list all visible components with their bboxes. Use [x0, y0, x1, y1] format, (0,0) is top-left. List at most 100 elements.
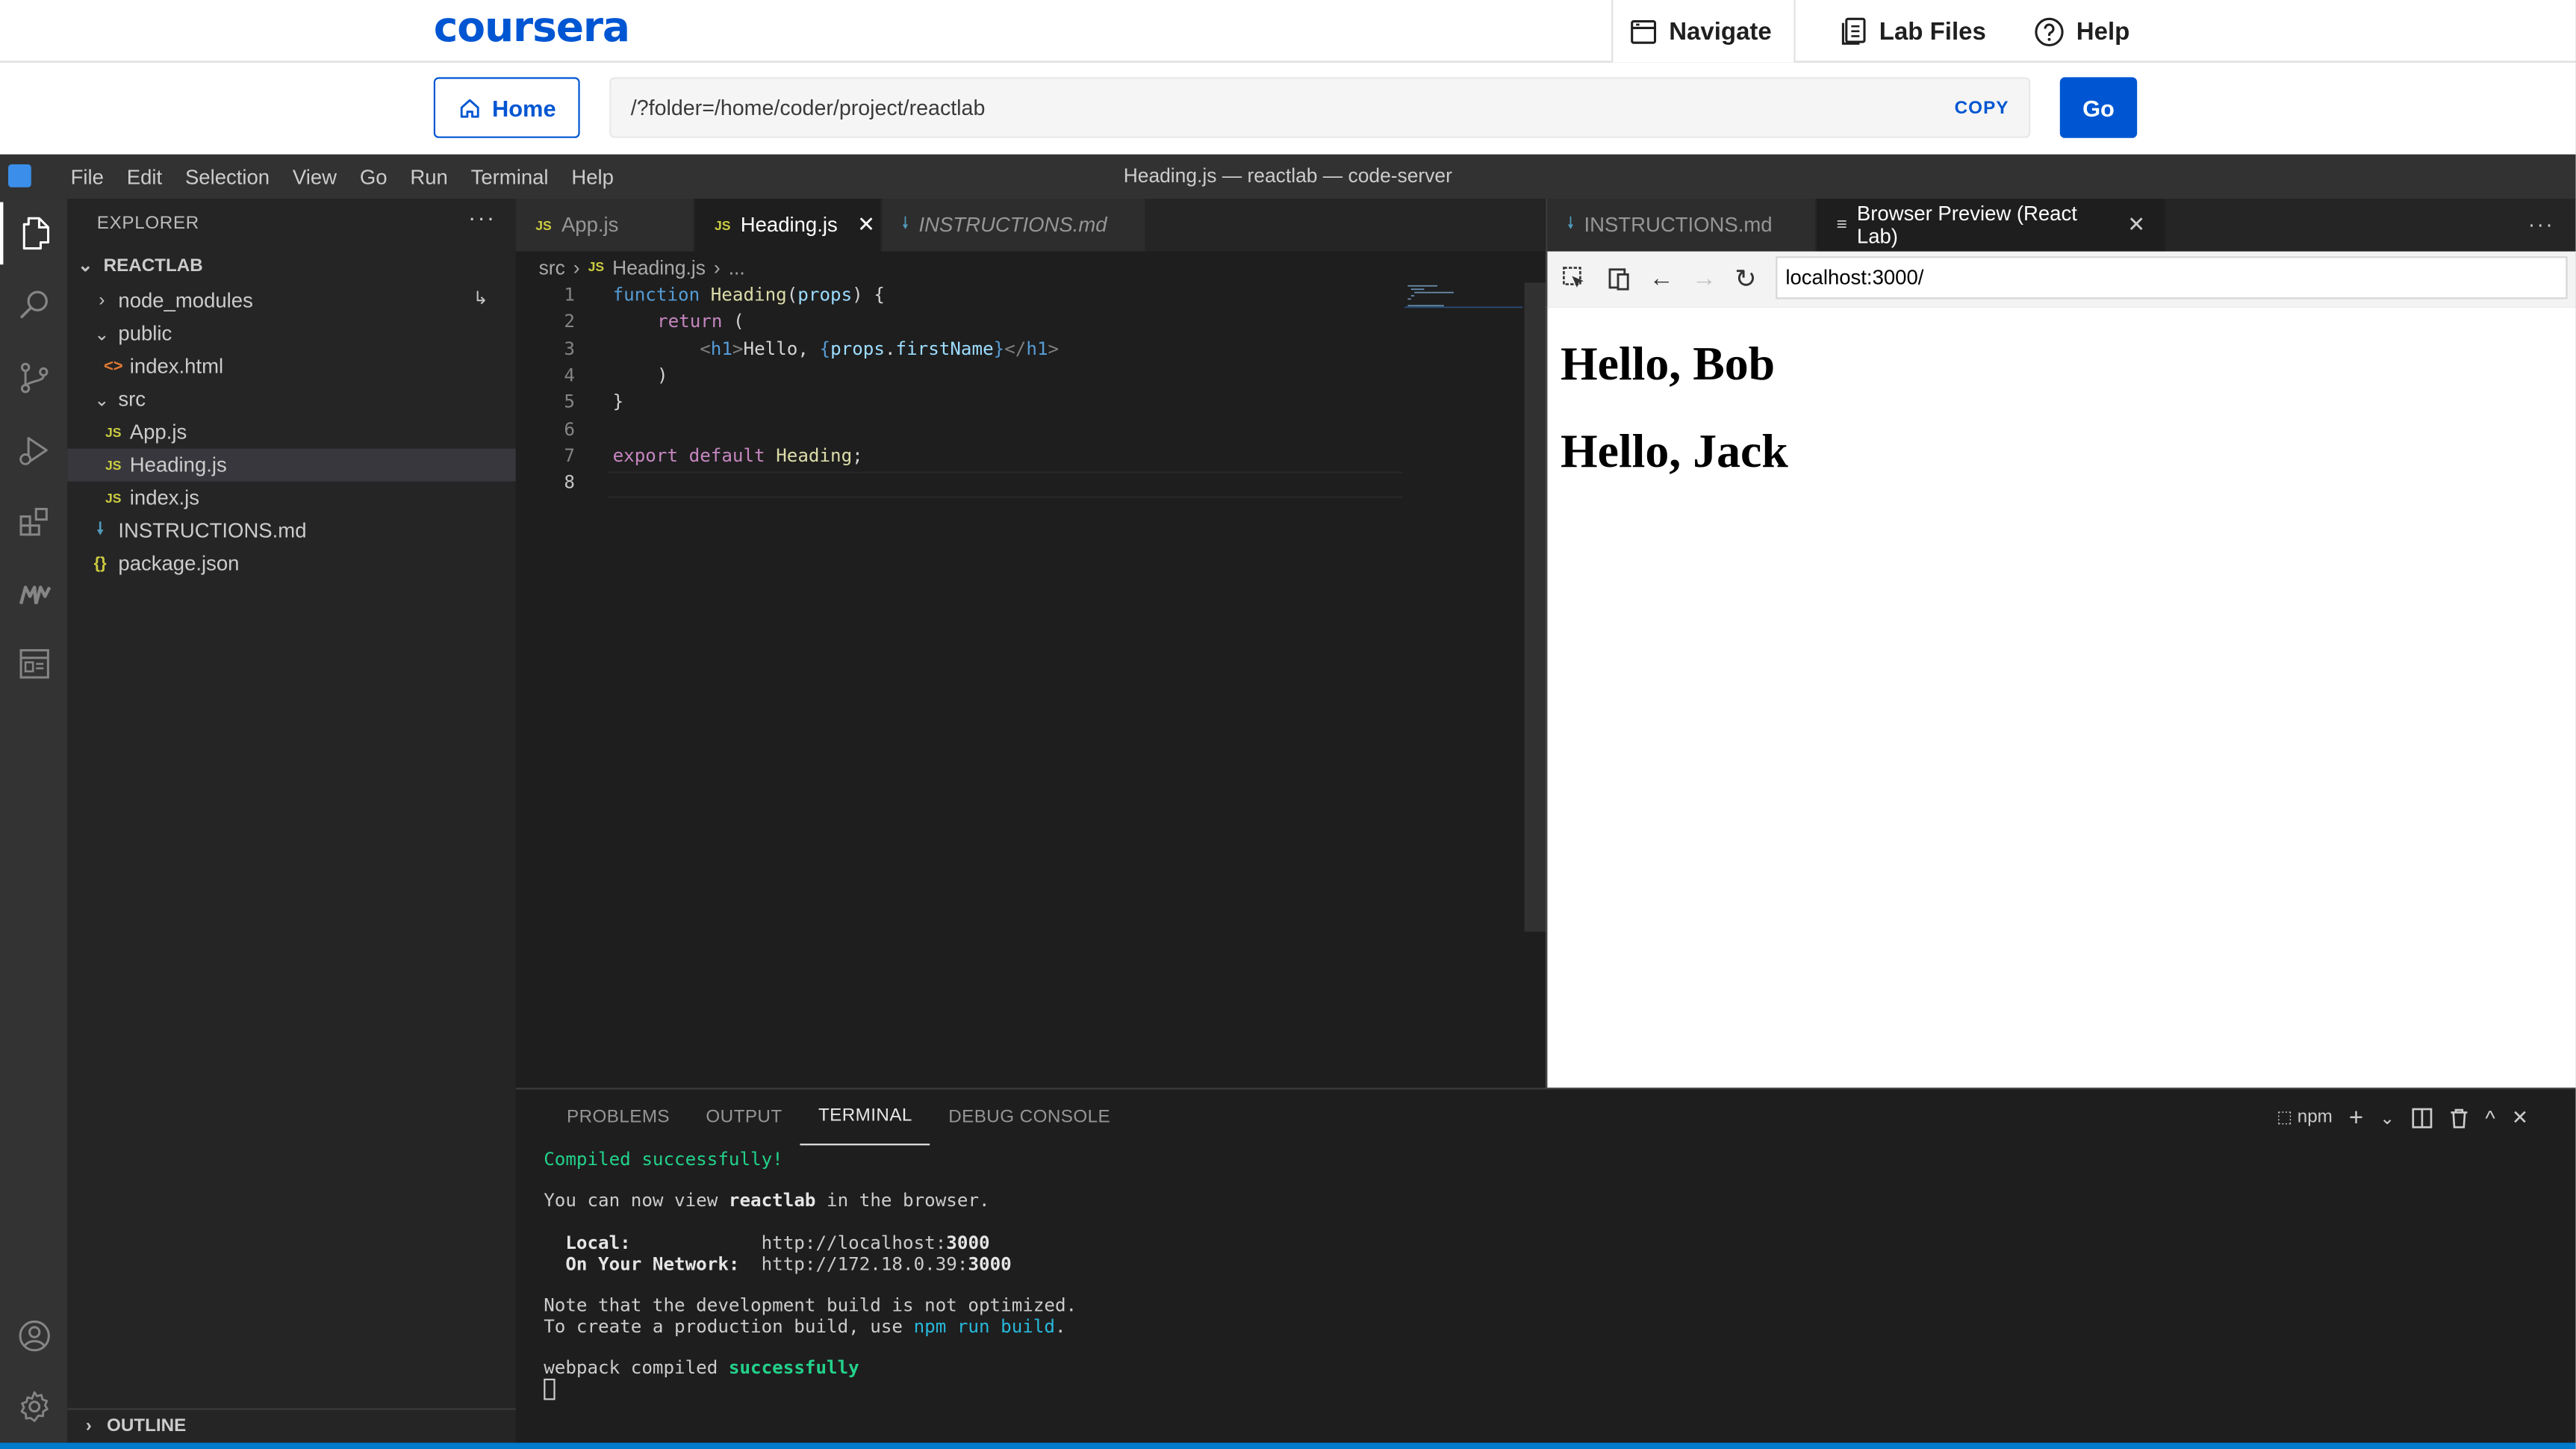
- lab-files-button[interactable]: Lab Files: [1840, 0, 1986, 63]
- settings-gear-icon[interactable]: [0, 1375, 67, 1438]
- line-number: 2: [564, 311, 575, 333]
- tree-item-label: public: [118, 322, 172, 345]
- tree-item-label: index.html: [129, 355, 224, 378]
- search-icon[interactable]: [0, 274, 67, 337]
- more-actions-icon[interactable]: ···: [468, 204, 496, 230]
- tab-browser-preview[interactable]: ≡ Browser Preview (React Lab) ✕: [1817, 199, 2165, 252]
- tree-item-package-json[interactable]: {} package.json: [67, 547, 516, 580]
- explorer-icon[interactable]: [0, 202, 67, 265]
- coursera-logo[interactable]: coursera: [434, 3, 630, 51]
- minimap[interactable]: [1404, 282, 1523, 348]
- tree-item-label: package.json: [118, 552, 240, 575]
- terminal-line: On Your Network: http://172.18.0.39:3000: [544, 1253, 1012, 1276]
- tree-item-app-js[interactable]: JS App.js: [67, 416, 516, 449]
- tab-instructions-md[interactable]: 🠗 INSTRUCTIONS.md: [882, 199, 1145, 252]
- tree-item-label: index.js: [129, 486, 200, 509]
- menu-view[interactable]: View: [281, 165, 349, 188]
- tab-instructions-md-preview[interactable]: 🠗 INSTRUCTIONS.md: [1547, 199, 1815, 252]
- split-terminal-icon[interactable]: [2411, 1107, 2433, 1129]
- tree-item-index-html[interactable]: <> index.html: [67, 350, 516, 383]
- breadcrumb-item[interactable]: Heading.js: [612, 255, 706, 279]
- tab-debug-console[interactable]: DEBUG CONSOLE: [930, 1090, 1128, 1146]
- menu-go[interactable]: Go: [348, 165, 399, 188]
- code-line: ): [657, 364, 668, 386]
- browser-url-input[interactable]: localhost:3000/: [1776, 256, 2568, 300]
- menu-terminal[interactable]: Terminal: [459, 165, 560, 188]
- outline-section[interactable]: › OUTLINE: [67, 1408, 516, 1443]
- tab-output[interactable]: OUTPUT: [688, 1090, 800, 1146]
- terminal-icon: ⬚: [2277, 1109, 2292, 1128]
- terminal-line: Note that the development build is not o…: [544, 1294, 1077, 1317]
- breadcrumb-item[interactable]: ...: [729, 255, 745, 279]
- tree-item-heading-js[interactable]: JS Heading.js: [67, 448, 516, 482]
- editor-scrollbar[interactable]: [1524, 282, 1546, 932]
- code-line: export default Heading;: [612, 444, 863, 467]
- code-editor[interactable]: 1 2 3 4 5 6 7 8 function Heading(props) …: [515, 282, 1546, 1088]
- tree-item-label: App.js: [129, 421, 187, 444]
- chevron-down-icon[interactable]: ⌄: [2380, 1107, 2395, 1128]
- close-panel-icon[interactable]: ✕: [2512, 1106, 2528, 1129]
- tree-item-label: node_modules: [118, 289, 253, 312]
- terminal-shell-selector[interactable]: ⬚ npm: [2277, 1108, 2333, 1127]
- forward-icon[interactable]: →: [1692, 264, 1717, 292]
- menu-edit[interactable]: Edit: [115, 165, 173, 188]
- tree-item-node-modules[interactable]: › node_modules ↳: [67, 285, 516, 317]
- tab-app-js[interactable]: JS App.js: [515, 199, 694, 252]
- reload-icon[interactable]: ↻: [1735, 263, 1756, 296]
- device-icon[interactable]: [1607, 266, 1631, 291]
- menu-help[interactable]: Help: [560, 165, 625, 188]
- explorer-title: EXPLORER: [96, 214, 199, 234]
- menu-file[interactable]: File: [59, 165, 115, 188]
- copy-button[interactable]: COPY: [1955, 98, 2009, 117]
- go-button[interactable]: Go: [2059, 77, 2138, 138]
- markdown-file-icon: 🠗: [901, 214, 909, 233]
- navigate-button[interactable]: Navigate: [1611, 0, 1796, 63]
- add-terminal-icon[interactable]: +: [2349, 1103, 2363, 1131]
- trash-icon[interactable]: [2449, 1107, 2468, 1129]
- maximize-panel-icon[interactable]: ^: [2485, 1105, 2495, 1130]
- back-icon[interactable]: ←: [1649, 264, 1674, 292]
- tree-item-src[interactable]: ⌄ src: [67, 383, 516, 416]
- chevron-down-icon: ⌄: [94, 390, 110, 410]
- inspect-icon[interactable]: [1562, 266, 1587, 291]
- activity-bar: [0, 199, 68, 1443]
- chevron-right-icon: ›: [99, 291, 105, 311]
- tab-label: App.js: [561, 214, 619, 237]
- chevron-down-icon: ⌄: [94, 324, 110, 344]
- menu-run[interactable]: Run: [399, 165, 459, 188]
- source-control-icon[interactable]: [0, 347, 67, 409]
- terminal-line: Local: http://localhost:3000: [544, 1232, 990, 1254]
- chevron-right-icon: ›: [713, 255, 721, 279]
- close-icon[interactable]: ✕: [857, 212, 875, 238]
- tree-item-label: Heading.js: [129, 453, 227, 477]
- heading-jack: Hello, Jack: [1561, 425, 1788, 479]
- code-line: <h1>Hello, {props.firstName}</h1>: [700, 338, 1060, 359]
- run-debug-icon[interactable]: [0, 419, 67, 482]
- account-icon[interactable]: [0, 1305, 67, 1368]
- tab-label: INSTRUCTIONS.md: [1584, 214, 1773, 237]
- browser-preview-icon[interactable]: [0, 633, 67, 695]
- menu-selection[interactable]: Selection: [174, 165, 281, 188]
- chevron-right-icon: ›: [85, 1416, 92, 1436]
- markdown-preview-icon[interactable]: [0, 564, 67, 627]
- line-number: 6: [564, 418, 575, 440]
- code-server-logo-icon[interactable]: [8, 164, 31, 187]
- workspace-root[interactable]: ⌄ REACTLAB: [74, 255, 202, 276]
- tab-heading-js[interactable]: JS Heading.js ✕: [694, 199, 881, 252]
- extensions-icon[interactable]: [0, 491, 67, 554]
- lab-files-label: Lab Files: [1879, 17, 1986, 46]
- close-icon[interactable]: ✕: [2127, 212, 2145, 238]
- help-button[interactable]: Help: [2034, 0, 2129, 63]
- tree-item-instructions-md[interactable]: 🠗 INSTRUCTIONS.md: [67, 515, 516, 547]
- more-actions-icon[interactable]: ···: [2528, 212, 2554, 237]
- breadcrumb-item[interactable]: src: [539, 255, 565, 279]
- terminal-line: To create a production build, use npm ru…: [544, 1316, 1066, 1338]
- tab-terminal[interactable]: TERMINAL: [800, 1090, 931, 1146]
- chevron-right-icon: ›: [573, 255, 580, 279]
- tree-item-public[interactable]: ⌄ public: [67, 317, 516, 350]
- folder-path-field[interactable]: /?folder=/home/coder/project/reactlab CO…: [609, 77, 2031, 138]
- tab-problems[interactable]: PROBLEMS: [549, 1090, 688, 1146]
- tree-item-index-js[interactable]: JS index.js: [67, 482, 516, 515]
- preview-icon: ≡: [1836, 215, 1847, 235]
- home-button[interactable]: Home: [433, 77, 580, 138]
